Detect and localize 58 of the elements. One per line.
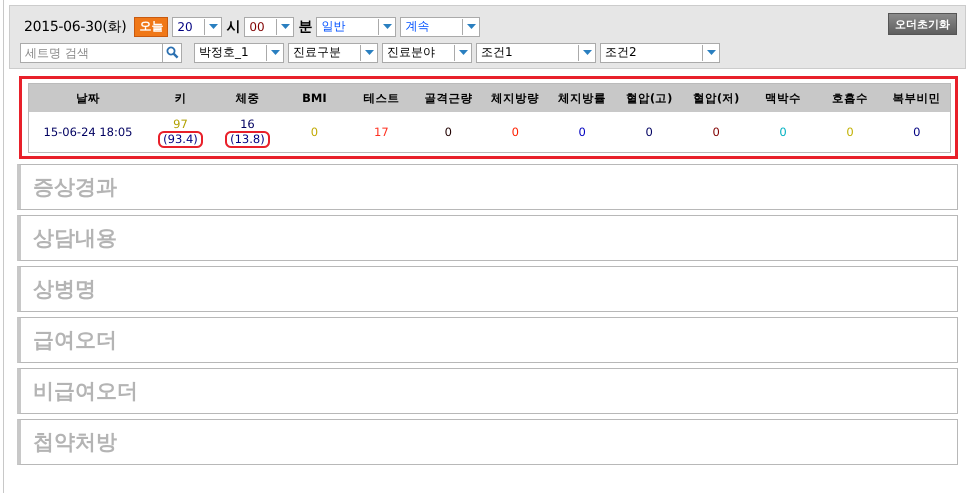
column-header: 체지방률 xyxy=(558,90,606,106)
column-header: 날짜 xyxy=(76,90,100,106)
caret-icon xyxy=(458,50,468,55)
dropdown[interactable]: 계속 xyxy=(400,16,480,36)
caret-icon xyxy=(208,24,218,29)
section-label: 비급여오더 xyxy=(33,378,138,405)
caret-icon xyxy=(582,50,592,55)
table-cell: 17 xyxy=(374,125,389,139)
caret-icon xyxy=(466,24,476,29)
dropdown[interactable]: 조건2 xyxy=(600,42,720,62)
section-label: 첩약처방 xyxy=(33,429,117,456)
caret-icon xyxy=(364,50,374,55)
reset-order-button[interactable]: 오더초기화 xyxy=(888,13,957,35)
table-cell: 0 xyxy=(846,125,854,139)
search-field[interactable]: 세트명 검색 xyxy=(20,42,162,62)
dropdown[interactable]: 20 xyxy=(172,16,222,36)
column-header: BMI xyxy=(302,91,327,105)
dropdown[interactable]: 박정호_1 xyxy=(194,42,284,62)
section-label: 급여오더 xyxy=(33,327,117,354)
table-cell: 16 xyxy=(240,118,255,130)
table-cell: 0 xyxy=(578,125,586,139)
table-cell: 15-06-24 18:05 xyxy=(44,125,132,139)
table-cell: 0 xyxy=(913,125,920,139)
caret-icon xyxy=(706,50,716,55)
table-cell: 97 xyxy=(173,118,188,130)
table-cell: 0 xyxy=(712,125,720,139)
circled-value: (13.8) xyxy=(225,130,270,148)
circled-value: (93.4) xyxy=(158,130,203,148)
column-header: 체지방량 xyxy=(491,90,540,106)
dropdown[interactable]: 조건1 xyxy=(476,42,596,62)
dropdown[interactable]: 00 xyxy=(244,16,294,36)
dropdown[interactable]: 진료구분 xyxy=(288,42,378,62)
section-label: 상병명 xyxy=(33,276,96,303)
search-icon xyxy=(166,46,178,59)
table-cell: 0 xyxy=(310,125,318,139)
column-header: 키 xyxy=(174,90,186,106)
column-header: 맥박수 xyxy=(765,90,802,106)
section-label: 증상경과 xyxy=(33,174,117,201)
date-label: 2015-06-30(화) xyxy=(24,18,126,36)
caret-icon xyxy=(382,24,392,29)
table-cell: 0 xyxy=(645,125,653,139)
column-header: 혈압(저) xyxy=(692,90,740,106)
dropdown[interactable]: 진료분야 xyxy=(382,42,472,62)
table-cell: 0 xyxy=(779,125,787,139)
column-header: 골격근량 xyxy=(424,90,472,106)
dropdown[interactable]: 일반 xyxy=(316,16,396,36)
caret-icon xyxy=(270,50,280,55)
column-header: 호흡수 xyxy=(832,90,868,106)
minute-label: 분 xyxy=(298,18,312,36)
table-cell: 0 xyxy=(512,125,519,139)
column-header: 복부비민 xyxy=(892,90,941,106)
table-cell: 0 xyxy=(444,125,452,139)
section-label: 상담내용 xyxy=(33,225,117,252)
caret-icon xyxy=(280,24,290,29)
column-header: 체중 xyxy=(235,90,260,106)
hour-label: 시 xyxy=(226,18,240,36)
column-header: 혈압(고) xyxy=(626,90,672,106)
column-header: 테스트 xyxy=(363,90,400,106)
